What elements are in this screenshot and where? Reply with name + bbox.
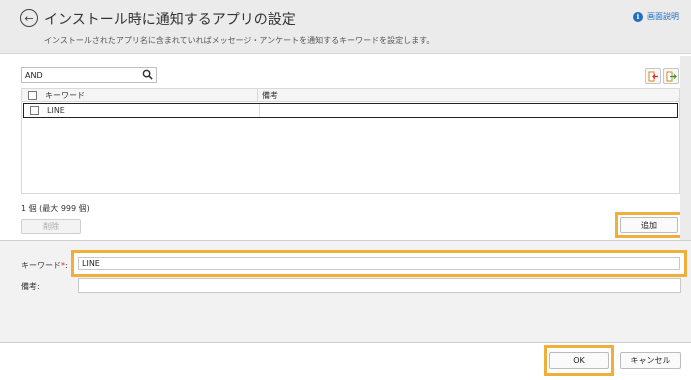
search-input[interactable]	[22, 68, 132, 82]
keyword-label-colon: :	[65, 261, 68, 270]
export-icon	[666, 71, 677, 81]
search-icon[interactable]	[142, 69, 153, 80]
note-field-label: 備考:	[21, 282, 40, 291]
page-header: ← インストール時に通知するアプリの設定 インストールされたアプリ名に含まれてい…	[0, 0, 691, 54]
row-checkbox[interactable]	[29, 106, 39, 115]
ok-button[interactable]: OK	[549, 352, 609, 369]
column-header-note[interactable]: 備考	[258, 89, 679, 101]
info-icon: i	[633, 11, 643, 22]
row-checkbox-cell	[24, 104, 44, 117]
keyword-table: キーワード 備考 LINE	[21, 88, 680, 194]
keyword-label-text: キーワード	[21, 261, 61, 270]
import-icon	[648, 71, 658, 81]
page-description: インストールされたアプリ名に含まれていればメッセージ・アンケートを通知するキーワ…	[44, 36, 435, 45]
cancel-button[interactable]: キャンセル	[620, 352, 681, 369]
search-box	[21, 67, 157, 83]
export-button[interactable]	[663, 68, 679, 84]
column-header-keyword[interactable]: キーワード	[42, 89, 258, 101]
right-gutter	[680, 56, 691, 240]
page-title: インストール時に通知するアプリの設定	[44, 12, 296, 28]
table-row[interactable]: LINE	[23, 103, 678, 118]
back-arrow-icon[interactable]: ←	[20, 9, 38, 27]
select-all-checkbox[interactable]	[27, 90, 37, 100]
ok-button-highlight: OK	[544, 345, 614, 376]
cell-keyword: LINE	[44, 104, 260, 117]
keyword-field-label: キーワード*:	[21, 260, 68, 271]
cell-note	[260, 104, 677, 117]
keyword-list-panel: キーワード 備考 LINE 1 個 (最大 999 個) 削除 追加	[11, 56, 683, 240]
import-button[interactable]	[645, 68, 661, 84]
table-header: キーワード 備考	[22, 89, 679, 102]
add-button[interactable]: 追加	[620, 217, 678, 233]
delete-button[interactable]: 削除	[21, 219, 81, 234]
help-link[interactable]: i 画面説明	[633, 11, 679, 22]
note-input[interactable]	[78, 278, 681, 293]
item-count: 1 個 (最大 999 個)	[21, 204, 90, 213]
select-all-cell	[22, 89, 42, 101]
help-link-label: 画面説明	[647, 12, 679, 21]
keyword-input[interactable]	[78, 257, 680, 270]
keyword-field-highlight	[71, 250, 687, 277]
add-button-highlight: 追加	[615, 212, 683, 238]
